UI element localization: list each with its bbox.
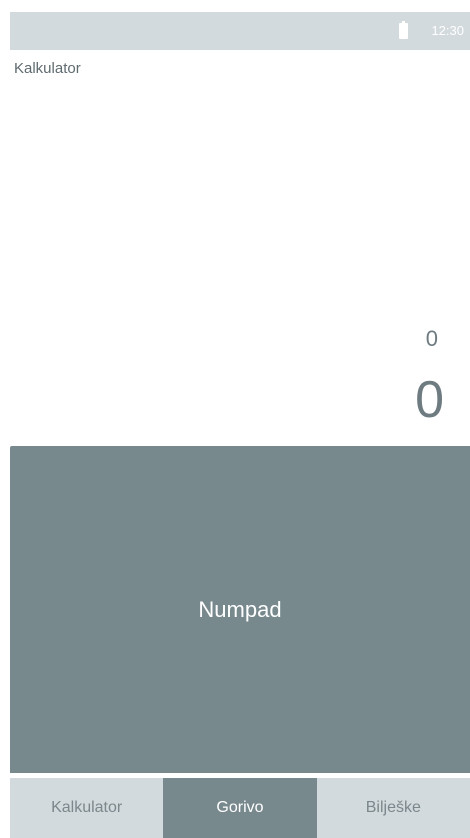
tab-label: Bilješke <box>365 799 421 816</box>
tab-kalkulator[interactable]: Kalkulator <box>10 778 163 838</box>
app-title: Kalkulator <box>14 60 81 77</box>
numpad-label: Numpad <box>198 596 282 622</box>
tab-label: Kalkulator <box>51 799 123 816</box>
battery-icon <box>399 21 408 39</box>
numpad-panel[interactable]: Numpad <box>10 446 470 773</box>
status-clock: 12:30 <box>431 23 464 38</box>
bottom-tab-bar: Kalkulator Gorivo Bilješke <box>10 778 470 838</box>
tab-biljeske[interactable]: Bilješke <box>317 778 470 838</box>
status-bar: 12:30 <box>10 12 470 50</box>
tab-label: Gorivo <box>216 799 264 816</box>
expression-display: 0 <box>425 326 438 351</box>
result-display: 0 <box>415 371 444 429</box>
tab-gorivo[interactable]: Gorivo <box>163 778 317 838</box>
